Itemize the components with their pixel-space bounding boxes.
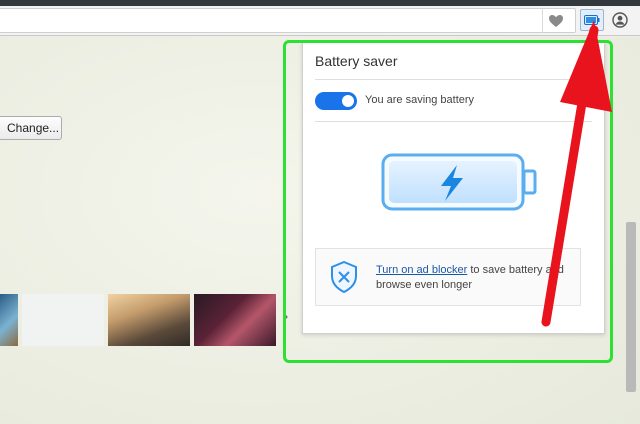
highlight-frame <box>283 40 613 363</box>
profile-icon <box>612 12 628 28</box>
wallpaper-thumbnail[interactable] <box>22 294 104 346</box>
wallpaper-thumbnail[interactable] <box>194 294 276 346</box>
wallpaper-thumbnail[interactable] <box>108 294 190 346</box>
wallpaper-thumbnail[interactable] <box>0 294 18 346</box>
address-bar[interactable] <box>0 8 576 33</box>
browser-toolbar <box>0 6 640 36</box>
page-scrollbar[interactable] <box>626 222 636 392</box>
change-button[interactable]: Change... <box>0 116 62 140</box>
battery-saver-icon <box>584 15 600 25</box>
profile-button[interactable] <box>608 9 632 31</box>
heart-button[interactable] <box>542 8 568 33</box>
heart-icon <box>548 14 563 27</box>
battery-saver-button[interactable] <box>580 9 604 31</box>
